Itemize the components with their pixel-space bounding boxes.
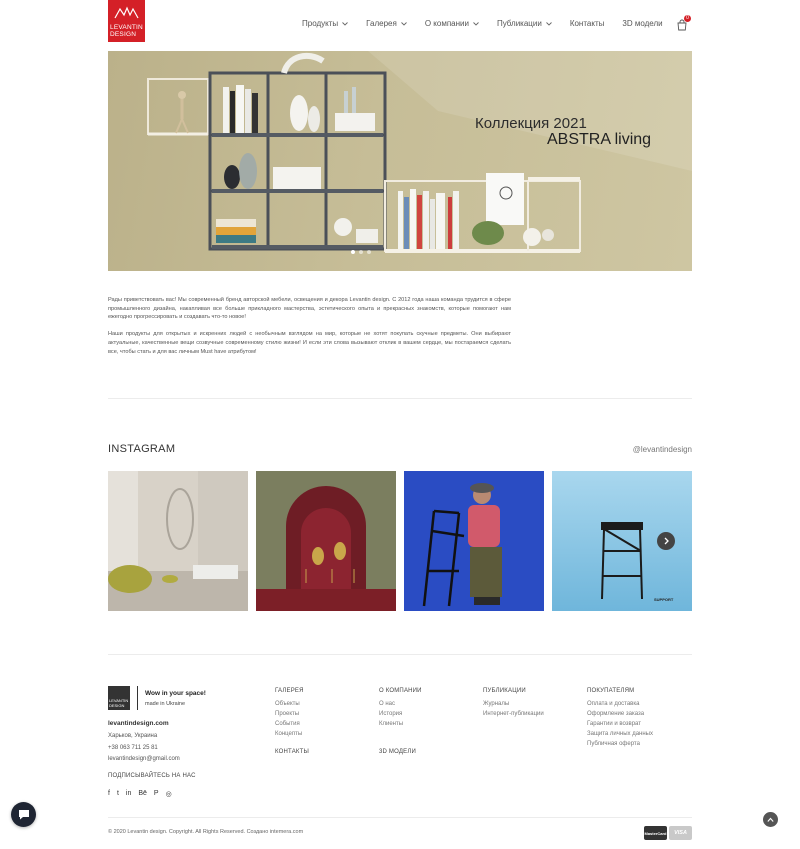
footer-link[interactable]: Оплата и доставка	[587, 701, 639, 707]
main-nav: Продукты Галерея О компании Публикации К…	[302, 19, 681, 28]
carousel-next-button[interactable]	[657, 532, 675, 550]
behance-icon[interactable]: Bē	[138, 790, 147, 798]
footer-tagline: Wow in your space!	[145, 690, 206, 697]
instagram-icon[interactable]: ◎	[166, 790, 172, 798]
section-divider	[108, 398, 692, 399]
footer-link[interactable]: Оформление заказа	[587, 711, 644, 717]
nav-label: О компании	[424, 19, 469, 28]
post-caption: SUPPORT	[654, 597, 674, 602]
slider-dot[interactable]	[367, 250, 371, 254]
hero-title-name: ABSTRA living	[547, 131, 652, 148]
instagram-post-image	[108, 471, 248, 611]
nav-item-publications[interactable]: Публикации	[497, 19, 552, 28]
section-divider	[108, 654, 692, 655]
footer-col-gallery-title[interactable]: ГАЛЕРЕЯ	[275, 688, 304, 694]
footer-site-link[interactable]: levantindesign.com	[108, 720, 169, 727]
brand-logo[interactable]: LEVANTIN DESIGN	[108, 0, 145, 42]
logo-mark-icon	[114, 6, 139, 19]
nav-label: Продукты	[302, 19, 339, 28]
facebook-icon[interactable]: f	[108, 790, 110, 798]
footer-link[interactable]: История	[379, 711, 402, 717]
slider-dots	[351, 250, 375, 254]
instagram-post[interactable]	[256, 471, 396, 611]
chevron-right-icon	[664, 537, 669, 545]
footer-link[interactable]: Журналы	[483, 701, 509, 707]
nav-label: Публикации	[496, 19, 542, 28]
scroll-to-top-button[interactable]	[763, 812, 778, 827]
nav-item-about[interactable]: О компании	[425, 19, 479, 28]
chat-widget-button[interactable]	[11, 802, 36, 827]
chevron-down-icon	[545, 21, 552, 26]
intro-text: Рады приветствовать вас! Мы современный …	[108, 296, 511, 365]
chevron-down-icon	[342, 21, 348, 26]
footer-logo-divider	[137, 686, 138, 710]
instagram-post-image	[256, 471, 396, 611]
footer-col-about-title[interactable]: О КОМПАНИИ	[379, 688, 422, 694]
logo-text-line1: LEVANTIN	[110, 24, 143, 31]
pinterest-icon[interactable]: P	[154, 790, 159, 798]
hero-banner[interactable]: Коллекция 2021 ABSTRA living	[108, 51, 692, 271]
footer-link[interactable]: Клиенты	[379, 721, 403, 727]
copyright-text: © 2020 Levantin design. Copyright. All R…	[108, 829, 304, 835]
chevron-up-icon	[767, 817, 774, 822]
footer-logo[interactable]: LEVANTIN DESIGN	[108, 686, 130, 710]
hero-shelf-illustration	[147, 51, 692, 253]
intro-paragraph: Наши продукты для открытых и искренних л…	[108, 331, 511, 355]
footer-link[interactable]: Интернет-публикации	[483, 711, 544, 717]
instagram-post-image	[404, 471, 544, 611]
chevron-down-icon	[473, 21, 479, 26]
hero-title-collection: Коллекция 2021	[475, 115, 587, 132]
linkedin-icon[interactable]: in	[126, 790, 131, 798]
nav-item-products[interactable]: Продукты	[302, 19, 348, 28]
footer-email[interactable]: levantindesign@gmail.com	[108, 756, 180, 762]
footer-subscribe-label: ПОДПИСЫВАЙТЕСЬ НА НАС	[108, 773, 196, 779]
footer-col-3d-title[interactable]: 3D МОДЕЛИ	[379, 749, 416, 755]
logo-text-line2: DESIGN	[110, 31, 137, 38]
chevron-down-icon	[401, 21, 407, 26]
footer-phone[interactable]: +38 063 711 25 81	[108, 745, 158, 751]
twitter-icon[interactable]: t	[117, 790, 119, 798]
footer-link[interactable]: О нас	[379, 701, 395, 707]
footer-link[interactable]: Гарантии и возврат	[587, 721, 641, 727]
social-links: f t in Bē P ◎	[108, 790, 179, 798]
instagram-handle[interactable]: @levantindesign	[633, 445, 692, 454]
footer-col-publications-title[interactable]: ПУБЛИКАЦИИ	[483, 688, 526, 694]
footer-link[interactable]: Концепты	[275, 731, 302, 737]
footer-link[interactable]: Объекты	[275, 701, 300, 707]
footer-made-in: made in Ukraine	[145, 701, 186, 707]
visa-icon: VISA	[669, 826, 692, 840]
footer-col-buyers-title[interactable]: ПОКУПАТЕЛЯМ	[587, 688, 634, 694]
instagram-post[interactable]	[108, 471, 248, 611]
payment-cards: MasterCard VISA	[644, 826, 694, 840]
footer-link[interactable]: Публичная оферта	[587, 741, 640, 747]
cart-count-badge: 0	[684, 15, 691, 22]
nav-label: Галерея	[366, 19, 397, 28]
nav-item-gallery[interactable]: Галерея	[366, 19, 407, 28]
intro-paragraph: Рады приветствовать вас! Мы современный …	[108, 297, 511, 321]
footer-link[interactable]: Защита личных данных	[587, 731, 653, 737]
slider-dot[interactable]	[359, 250, 363, 254]
nav-item-3d-models[interactable]: 3D модели	[622, 19, 662, 28]
mastercard-icon: MasterCard	[644, 826, 667, 840]
footer-link[interactable]: Проекты	[275, 711, 299, 717]
slider-dot[interactable]	[351, 250, 355, 254]
footer-city: Харьков, Украина	[108, 733, 158, 739]
nav-label: Контакты	[569, 19, 605, 28]
instagram-title: INSTAGRAM	[108, 443, 176, 455]
footer-divider	[108, 817, 692, 818]
footer-link[interactable]: События	[275, 721, 300, 727]
nav-label: 3D модели	[622, 19, 663, 28]
chat-bubble-icon	[18, 810, 29, 820]
nav-item-contacts[interactable]: Контакты	[570, 19, 605, 28]
footer-col-contacts-title[interactable]: КОНТАКТЫ	[275, 749, 309, 755]
footer-logo-line2: DESIGN	[109, 703, 125, 708]
instagram-post[interactable]	[404, 471, 544, 611]
